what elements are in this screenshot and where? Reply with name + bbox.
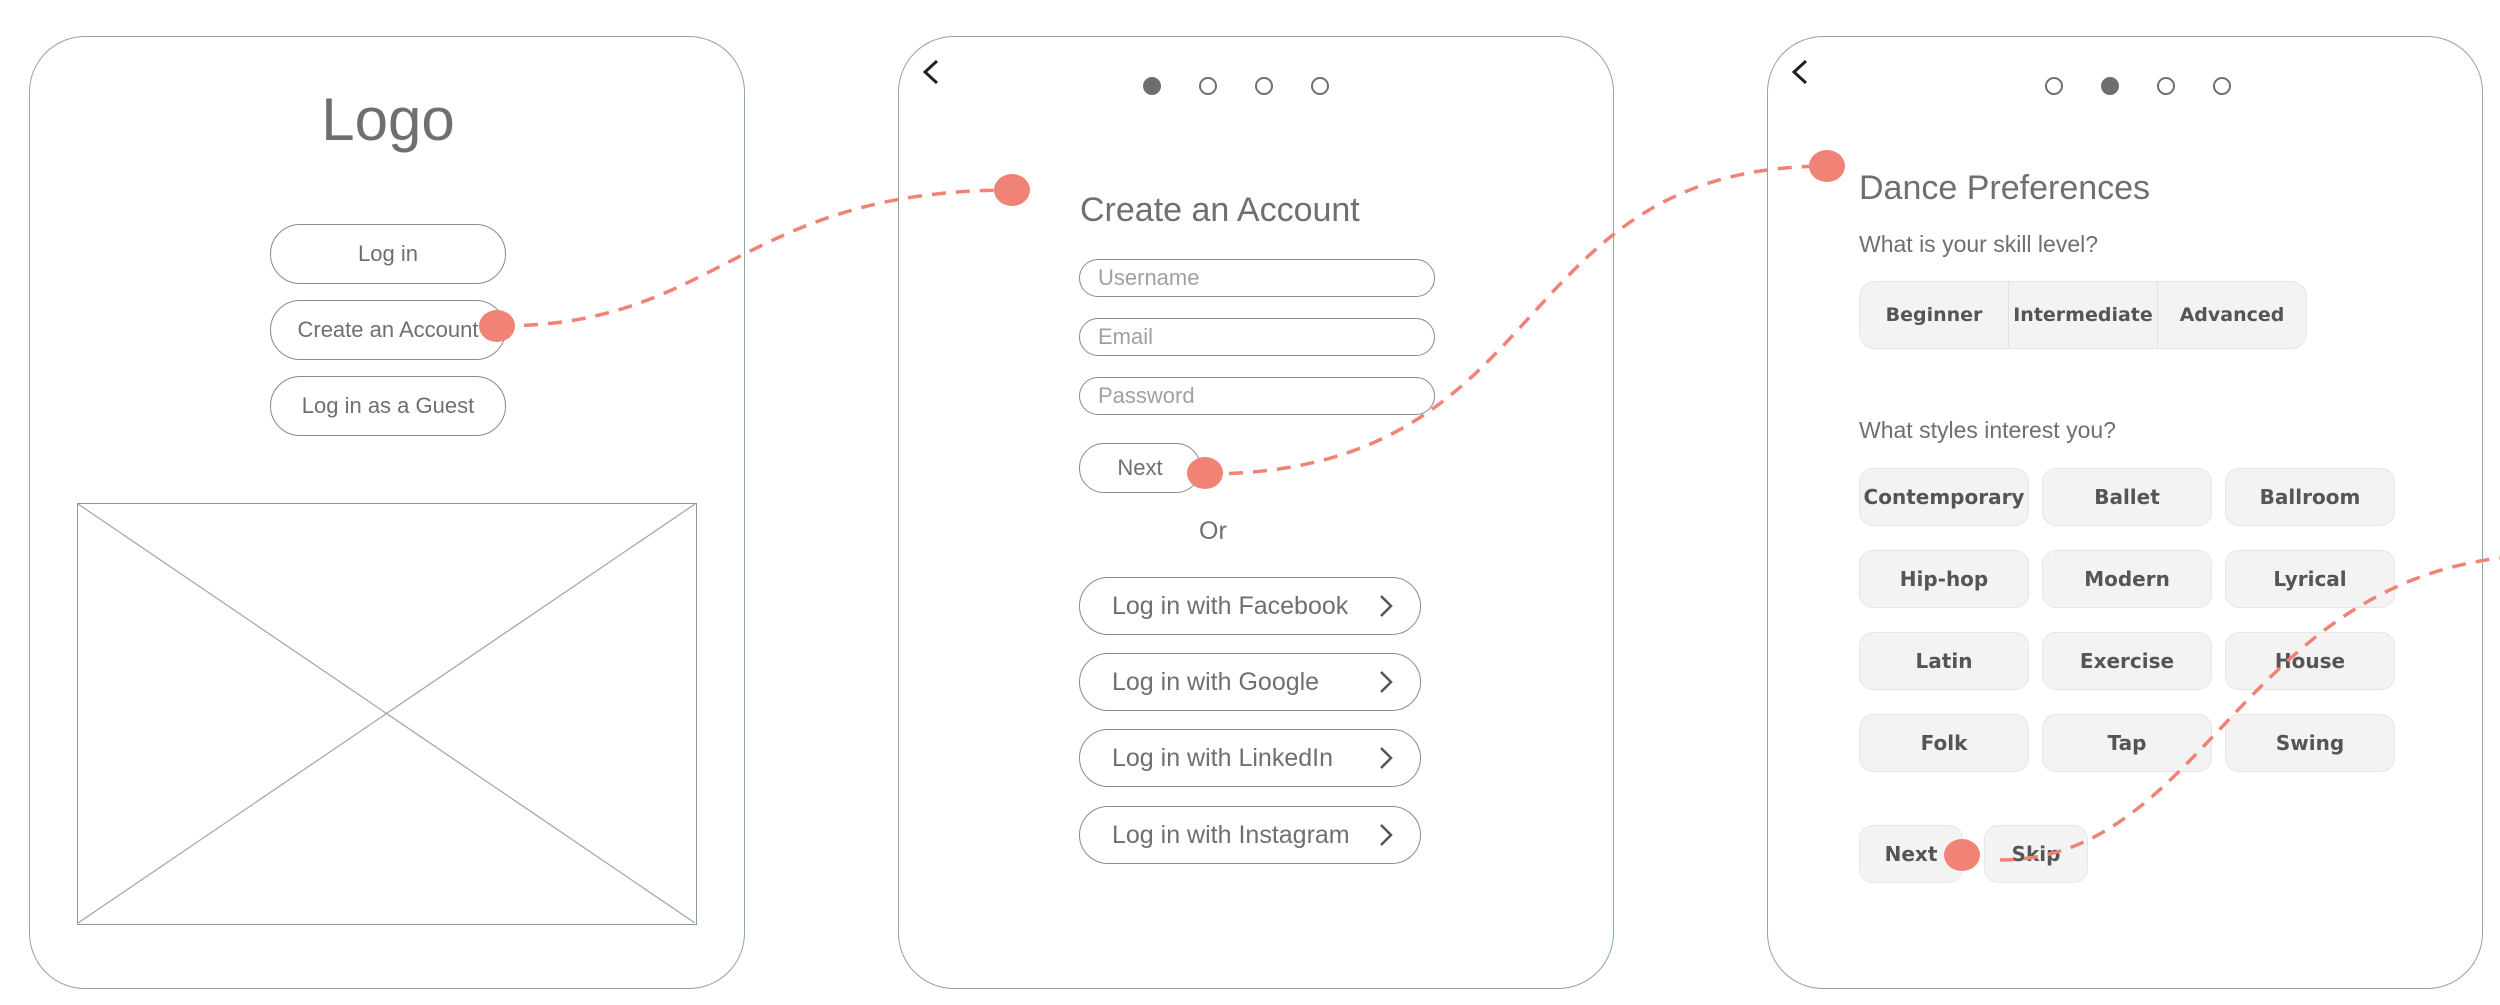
step-dot-1: [1143, 77, 1161, 95]
step-dot-1: [2045, 77, 2063, 95]
or-label: Or: [1199, 517, 1227, 545]
style-chip-ballet[interactable]: Ballet: [2042, 468, 2212, 526]
chevron-left-icon[interactable]: [1790, 59, 1810, 85]
google-login-button[interactable]: Log in with Google: [1079, 653, 1421, 711]
chevron-right-icon: [1380, 824, 1393, 846]
chevron-right-icon: [1380, 671, 1393, 693]
style-chip-hip-hop[interactable]: Hip-hop: [1859, 550, 2029, 608]
screen-create-account: Create an Account Username Email Passwor…: [898, 36, 1614, 989]
step-dot-4: [1311, 77, 1329, 95]
chevron-left-icon[interactable]: [921, 59, 941, 85]
logo: Logo: [321, 86, 455, 153]
create-account-button[interactable]: Create an Account: [270, 300, 506, 360]
facebook-login-button[interactable]: Log in with Facebook: [1079, 577, 1421, 635]
skip-button[interactable]: Skip: [1984, 825, 2088, 883]
social-button-label: Log in with LinkedIn: [1112, 743, 1333, 772]
style-chip-exercise[interactable]: Exercise: [2042, 632, 2212, 690]
skill-advanced[interactable]: Advanced: [2158, 282, 2306, 348]
style-chip-ballroom[interactable]: Ballroom: [2225, 468, 2395, 526]
styles-question: What styles interest you?: [1859, 417, 2116, 443]
chevron-right-icon: [1380, 747, 1393, 769]
guest-login-button[interactable]: Log in as a Guest: [270, 376, 506, 436]
style-chip-swing[interactable]: Swing: [2225, 714, 2395, 772]
style-chip-folk[interactable]: Folk: [1859, 714, 2029, 772]
social-button-label: Log in with Instagram: [1112, 820, 1350, 849]
step-dot-2: [1199, 77, 1217, 95]
style-chip-contemporary[interactable]: Contemporary: [1859, 468, 2029, 526]
username-field[interactable]: Username: [1079, 259, 1435, 297]
chevron-right-icon: [1380, 595, 1393, 617]
next-button[interactable]: Next: [1079, 443, 1201, 493]
style-chip-tap[interactable]: Tap: [2042, 714, 2212, 772]
screen-welcome: Logo Log in Create an Account Log in as …: [29, 36, 745, 989]
skill-question: What is your skill level?: [1859, 231, 2099, 257]
login-button[interactable]: Log in: [270, 224, 506, 284]
style-chip-latin[interactable]: Latin: [1859, 632, 2029, 690]
page-title: Create an Account: [1080, 191, 1360, 229]
skill-beginner[interactable]: Beginner: [1860, 282, 2009, 348]
step-dot-2: [2101, 77, 2119, 95]
step-dot-3: [2157, 77, 2175, 95]
instagram-login-button[interactable]: Log in with Instagram: [1079, 806, 1421, 864]
style-chip-lyrical[interactable]: Lyrical: [2225, 550, 2395, 608]
step-indicator: [1143, 77, 1329, 95]
page-title: Dance Preferences: [1859, 169, 2151, 207]
skill-level-selector: Beginner Intermediate Advanced: [1859, 281, 2307, 349]
linkedin-login-button[interactable]: Log in with LinkedIn: [1079, 729, 1421, 787]
skill-intermediate[interactable]: Intermediate: [2009, 282, 2158, 348]
step-dot-3: [1255, 77, 1273, 95]
password-field[interactable]: Password: [1079, 377, 1435, 415]
style-chip-modern[interactable]: Modern: [2042, 550, 2212, 608]
style-chip-house[interactable]: House: [2225, 632, 2395, 690]
step-indicator: [2045, 77, 2231, 95]
email-field[interactable]: Email: [1079, 318, 1435, 356]
next-button[interactable]: Next: [1859, 825, 1963, 883]
step-dot-4: [2213, 77, 2231, 95]
social-button-label: Log in with Google: [1112, 667, 1320, 696]
image-placeholder-icon: [78, 504, 695, 923]
social-button-label: Log in with Facebook: [1112, 591, 1349, 620]
screen-dance-preferences: Dance Preferences What is your skill lev…: [1767, 36, 2483, 989]
image-placeholder: [77, 503, 697, 925]
